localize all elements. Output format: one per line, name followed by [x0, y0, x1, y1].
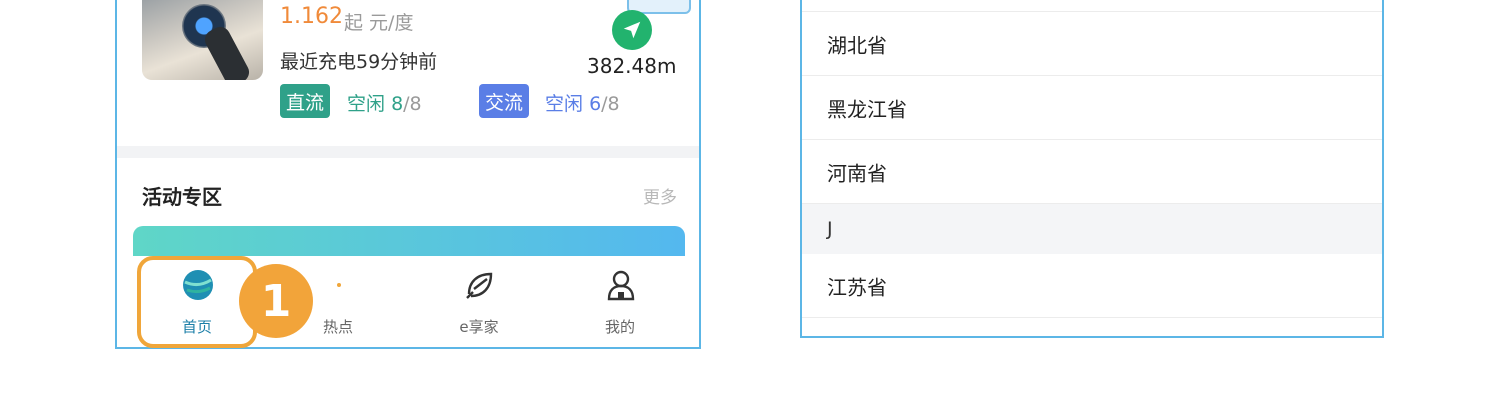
user-icon — [607, 270, 635, 301]
province-label: 湖北省 — [827, 33, 887, 57]
dc-status: 空闲 8/8 — [347, 89, 422, 116]
province-item-jiangsu[interactable]: 江苏省 — [802, 254, 1382, 318]
ac-status-label: 空闲 — [545, 93, 584, 115]
station-price-unit: 起 元/度 — [344, 12, 414, 34]
index-header-j: J — [802, 204, 1382, 254]
dc-status-label: 空闲 — [347, 93, 386, 115]
province-label: 河南省 — [827, 161, 887, 185]
navigation-arrow-icon — [623, 21, 641, 39]
station-price: 1.162 — [280, 4, 343, 29]
section-divider — [117, 146, 699, 158]
leaf-icon — [466, 272, 493, 299]
dc-total-count: /8 — [403, 93, 422, 115]
ac-free-count: 6 — [589, 93, 602, 115]
hotspot-icon — [337, 283, 341, 287]
charger-cable-image — [201, 23, 253, 80]
province-label: 江苏省 — [827, 275, 887, 299]
dc-tag: 直流 — [280, 84, 331, 118]
province-list-panel: 湖北省 黑龙江省 河南省 J 江苏省 — [800, 0, 1384, 338]
ac-total-count: /8 — [601, 93, 620, 115]
tab-mine[interactable]: 我的 — [560, 256, 680, 347]
province-item-hubei[interactable]: 湖北省 — [802, 12, 1382, 76]
navigate-button[interactable] — [612, 10, 652, 50]
index-letter: J — [827, 218, 833, 240]
last-charge-time: 最近充电59分钟前 — [280, 51, 438, 73]
province-label: 黑龙江省 — [827, 97, 907, 121]
list-item[interactable] — [802, 0, 1382, 12]
tab-e-home[interactable]: e享家 — [419, 256, 539, 347]
station-distance: 382.48m — [587, 54, 677, 78]
activity-more-link[interactable]: 更多 — [643, 183, 677, 208]
activity-section-title: 活动专区 — [142, 185, 222, 209]
station-photo[interactable] — [142, 0, 263, 80]
tab-e-home-label: e享家 — [459, 318, 499, 336]
ac-status: 空闲 6/8 — [545, 89, 620, 116]
province-item-heilongjiang[interactable]: 黑龙江省 — [802, 76, 1382, 140]
province-item-henan[interactable]: 河南省 — [802, 140, 1382, 204]
dc-free-count: 8 — [391, 93, 404, 115]
step-number-badge: 1 — [239, 264, 313, 338]
tab-mine-label: 我的 — [604, 318, 635, 336]
ac-tag: 交流 — [479, 84, 530, 118]
